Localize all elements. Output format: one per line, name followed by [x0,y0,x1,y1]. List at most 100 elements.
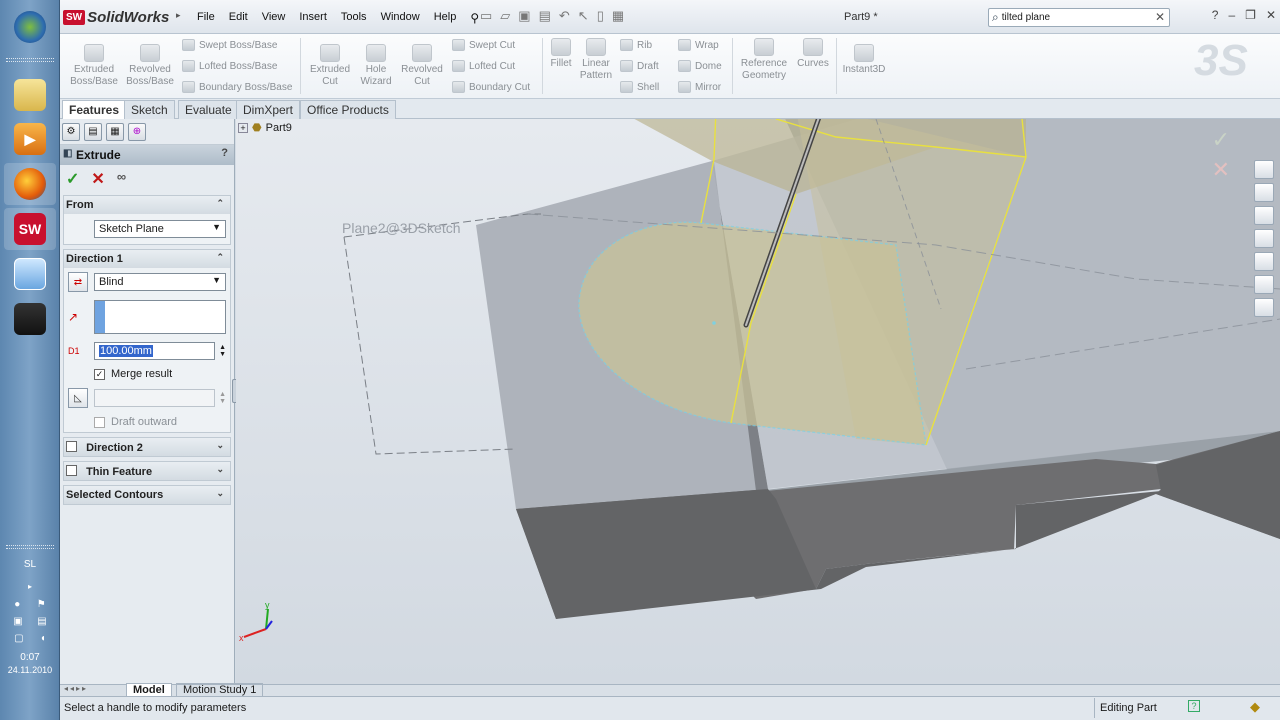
reverse-direction-button[interactable]: ⇄ [68,272,88,292]
minimize-button[interactable]: – [1228,8,1235,22]
file-explorer-pane-icon[interactable] [1254,206,1274,225]
curves-button[interactable]: Curves [794,38,832,70]
swept-boss-button[interactable]: Swept Boss/Base [182,39,277,51]
volume-icon[interactable]: ◖ [40,633,46,644]
draft-on-off-button[interactable]: ◺ [68,388,88,408]
merge-result-checkbox[interactable]: ✓ [94,368,105,380]
dimxpert-manager-icon[interactable]: ⊕ [128,123,146,141]
notepad-icon[interactable] [4,253,56,295]
file-explorer-icon[interactable] [4,74,56,116]
tab-office-products[interactable]: Office Products [300,100,396,119]
property-manager-icon[interactable]: ▤ [84,123,102,141]
lofted-boss-button[interactable]: Lofted Boss/Base [182,60,277,72]
help-status-icon[interactable]: ? [1188,700,1200,712]
feature-manager-icon[interactable]: ⚙ [62,123,80,141]
new-icon[interactable]: ▭ [480,8,492,24]
menu-window[interactable]: Window [374,10,427,26]
options-icon[interactable]: ▦ [612,8,624,24]
rebuild-icon[interactable]: ▯ [597,8,604,24]
tab-features[interactable]: Features [62,100,127,120]
show-hidden-icons[interactable]: ▸ [0,582,60,591]
hole-wizard-button[interactable]: Hole Wizard [354,44,398,88]
depth-input[interactable]: 100.00mm [94,342,216,360]
extruded-cut-button[interactable]: Extruded Cut [306,44,354,88]
media-player-icon[interactable]: ▶ [4,118,56,160]
menu-help[interactable]: Help [427,10,464,26]
help-button[interactable]: ? [221,147,228,159]
monitor-icon[interactable]: ▣ [13,616,22,627]
from-group-header[interactable]: From ⌃ [64,196,230,214]
print-icon[interactable]: ▤ [539,8,551,24]
confirm-corner-cancel-icon[interactable]: ✕ [1212,157,1230,183]
draft-button[interactable]: Draft [620,60,659,72]
menu-edit[interactable]: Edit [222,10,255,26]
clear-search-icon[interactable]: ✕ [1155,10,1165,24]
fillet-button[interactable]: Fillet [546,38,576,70]
appearances-icon[interactable] [1254,275,1274,294]
menu-view[interactable]: View [255,10,293,26]
resources-icon[interactable] [1254,160,1274,179]
menu-insert[interactable]: Insert [292,10,334,26]
direction2-checkbox[interactable] [66,441,77,452]
revolved-boss-button[interactable]: Revolved Boss/Base [124,44,176,88]
panda-icon[interactable]: ● [14,599,20,610]
logo-flyout-icon[interactable]: ▸ [176,10,181,21]
draft-spinner[interactable]: ▲ ▼ [219,391,226,405]
search-pane-icon[interactable] [1254,229,1274,248]
flag-icon[interactable]: ⚑ [37,599,46,610]
tab-evaluate[interactable]: Evaluate [178,100,239,119]
instant3d-button[interactable]: Instant3D [838,44,890,76]
menu-file[interactable]: File [190,10,222,26]
collapse-icon[interactable]: ⌃ [216,252,224,263]
draft-angle-input[interactable] [94,389,216,407]
expand-icon[interactable]: ⌄ [216,464,224,475]
undo-icon[interactable]: ↶ [559,8,570,24]
clock-date[interactable]: 24.11.2010 [0,665,60,675]
direction-selection-box[interactable] [94,300,226,334]
mirror-button[interactable]: Mirror [678,81,721,93]
depth-spinner[interactable]: ▲ ▼ [219,344,226,358]
tree-root-part[interactable]: Part9 [266,122,292,134]
windows-start-icon[interactable] [4,6,56,48]
view-palette-icon[interactable] [1254,252,1274,271]
rib-button[interactable]: Rib [620,39,652,51]
extruded-boss-button[interactable]: Extruded Boss/Base [68,44,120,88]
dome-button[interactable]: Dome [678,60,722,72]
clock-time[interactable]: 0:07 [0,652,60,663]
close-button[interactable]: ✕ [1266,8,1276,22]
solidworks-icon[interactable]: SW [4,208,56,250]
restore-button[interactable]: ❐ [1245,8,1256,22]
custom-properties-icon[interactable] [1254,298,1274,317]
confirm-corner-ok-icon[interactable]: ✓ [1212,127,1230,153]
ok-button[interactable]: ✓ [66,169,79,188]
preview-button[interactable]: ∞ [117,169,126,187]
language-indicator[interactable]: SL [0,559,60,570]
tab-model[interactable]: Model [126,683,172,697]
reference-geometry-button[interactable]: Reference Geometry [736,38,792,82]
direction1-group-header[interactable]: Direction 1 ⌃ [64,250,230,268]
shell-button[interactable]: Shell [620,81,659,93]
save-icon[interactable]: ▣ [518,8,530,24]
rebuild-status-icon[interactable]: ◆ [1250,699,1260,715]
thin-feature-group-header[interactable]: Thin Feature ⌄ [64,462,230,480]
lofted-cut-button[interactable]: Lofted Cut [452,60,515,72]
configuration-manager-icon[interactable]: ▦ [106,123,124,141]
tab-scroll-arrows[interactable]: ◂◂▸▸ [64,684,88,693]
swept-cut-button[interactable]: Swept Cut [452,39,515,51]
boundary-cut-button[interactable]: Boundary Cut [452,81,530,93]
menu-tools[interactable]: Tools [334,10,374,26]
tab-motion-study-1[interactable]: Motion Study 1 [176,683,264,697]
cancel-button[interactable]: ✕ [91,169,104,188]
firefox-icon[interactable] [4,163,56,205]
expand-icon[interactable]: ⌄ [216,488,224,499]
expand-icon[interactable]: ⌄ [216,440,224,451]
help-icon[interactable]: ? [1212,8,1219,22]
display-icon[interactable]: ▢ [14,633,23,644]
direction2-group-header[interactable]: Direction 2 ⌄ [64,438,230,456]
open-icon[interactable]: ▱ [500,8,510,24]
design-library-icon[interactable] [1254,183,1274,202]
graphics-area[interactable]: Plane2@3DSketch x y ⊙ ⊕ ↺ ◫ ◈ ▣ ◎ ● ◍ ▦ … [236,119,1280,684]
model-view[interactable]: Plane2@3DSketch x y [236,119,1280,684]
camcorder-icon[interactable] [4,298,56,340]
thin-feature-checkbox[interactable] [66,465,77,476]
